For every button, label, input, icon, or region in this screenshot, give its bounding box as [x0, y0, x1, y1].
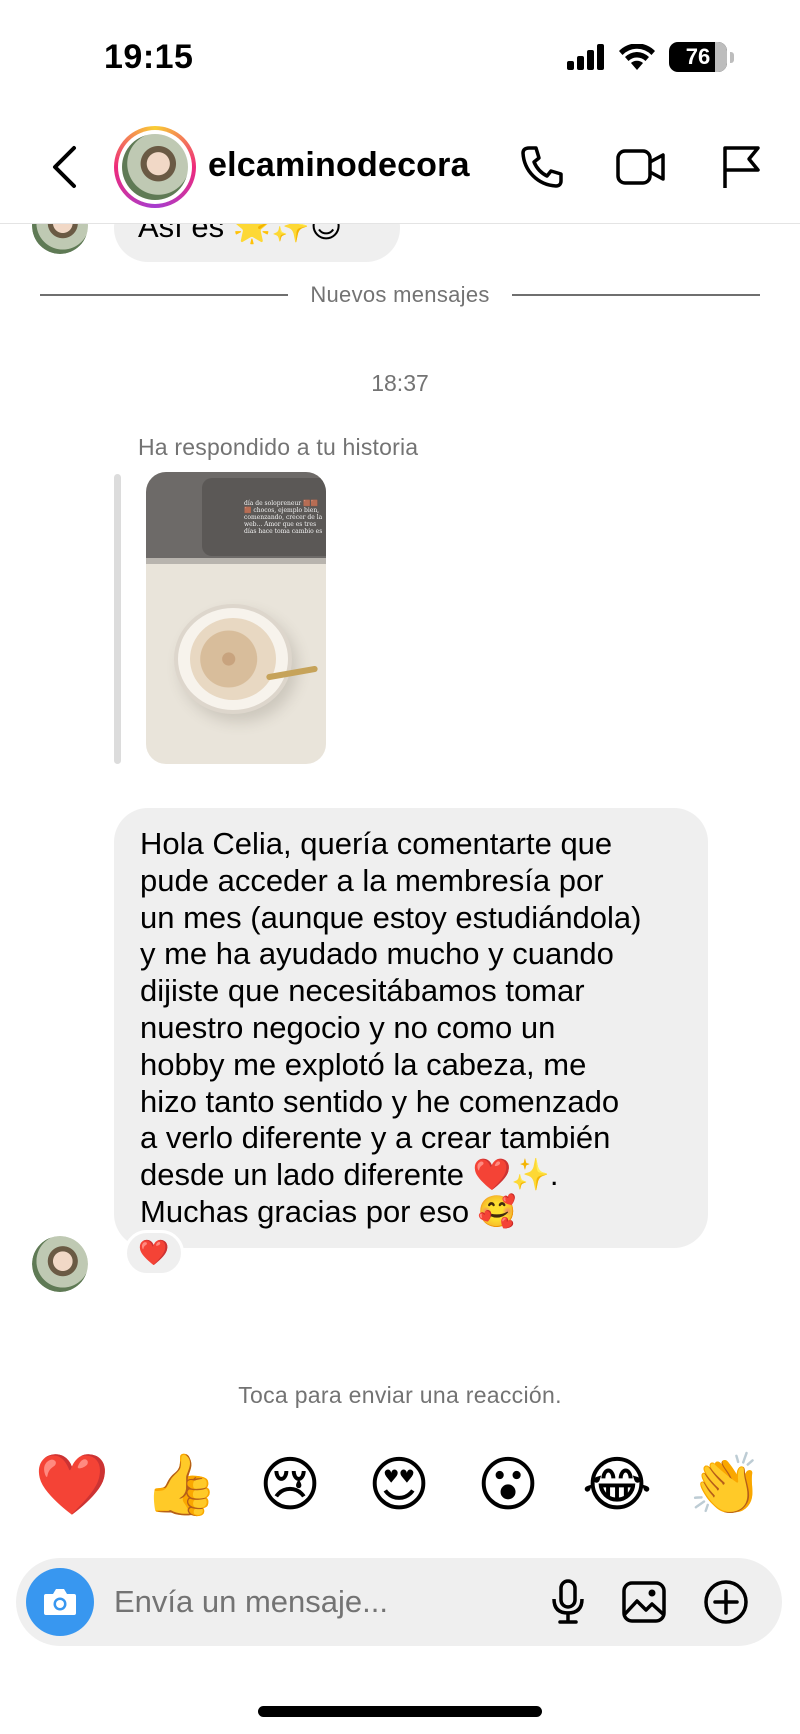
profile-avatar[interactable] — [114, 126, 196, 208]
chat-header: elcaminodecora — [0, 110, 800, 224]
wifi-icon — [619, 44, 655, 70]
story-overlay-text: día de solopreneur 🟫🟫🟫 chocos, ejemplo b… — [244, 500, 323, 535]
status-time: 19:15 — [104, 38, 194, 76]
message-timestamp: 18:37 — [371, 370, 429, 396]
message-reaction-heart[interactable]: ❤️ — [124, 1230, 184, 1276]
home-indicator[interactable] — [258, 1706, 542, 1717]
more-options-button[interactable] — [698, 1574, 754, 1630]
previous-message-bubble[interactable]: Así es 🌟✨😊 — [114, 224, 400, 262]
back-button[interactable] — [44, 142, 84, 192]
call-button[interactable] — [515, 140, 569, 194]
reaction-hint: Toca para enviar una reacción. — [238, 1382, 562, 1408]
new-messages-divider: Nuevos mensajes — [40, 280, 760, 310]
flag-icon — [723, 146, 760, 188]
plus-circle-icon — [704, 1580, 748, 1624]
signal-icon — [567, 44, 605, 70]
camera-button[interactable] — [26, 1568, 94, 1636]
reaction-heart[interactable]: ❤️ — [32, 1445, 112, 1525]
microphone-icon — [552, 1579, 584, 1624]
message-composer — [16, 1558, 782, 1646]
camera-icon — [44, 1589, 76, 1615]
battery-icon: 76 — [669, 42, 734, 72]
new-messages-label: Nuevos mensajes — [310, 282, 490, 307]
reaction-laughing[interactable]: 😂 — [577, 1445, 657, 1525]
status-icons: 76 — [567, 42, 734, 72]
coffee-cup-image — [174, 604, 292, 714]
image-icon — [622, 1581, 666, 1623]
sender-avatar[interactable] — [32, 1236, 88, 1292]
message-thread[interactable]: Así es 🌟✨😊 Nuevos mensajes 18:37 Ha resp… — [0, 224, 800, 1430]
battery-level: 76 — [685, 44, 711, 69]
status-bar: 19:15 76 — [0, 0, 800, 110]
sender-avatar[interactable] — [32, 224, 88, 254]
reaction-thumbs-up[interactable]: 👍 — [141, 1445, 221, 1525]
message-input[interactable] — [114, 1580, 444, 1624]
video-camera-icon — [616, 149, 665, 185]
report-button[interactable] — [714, 140, 768, 194]
message-bubble[interactable]: Hola Celia, quería comentarte que pude a… — [114, 808, 708, 1248]
reaction-clapping[interactable]: 👏 — [686, 1445, 766, 1525]
story-reply-label: Ha respondido a tu historia — [138, 434, 419, 460]
video-call-button[interactable] — [614, 140, 668, 194]
story-thumbnail[interactable]: día de solopreneur 🟫🟫🟫 chocos, ejemplo b… — [146, 472, 326, 764]
phone-icon — [521, 146, 563, 188]
quick-reactions-bar: ❤️ 👍 😢 😍 😮 😂 👏 — [0, 1445, 800, 1525]
message-text: Hola Celia, quería comentarte que pude a… — [140, 826, 642, 1229]
reaction-crying[interactable]: 😢 — [250, 1445, 330, 1525]
story-reply-bar — [114, 474, 121, 764]
voice-message-button[interactable] — [540, 1574, 596, 1630]
reaction-surprised[interactable]: 😮 — [468, 1445, 548, 1525]
reaction-heart-eyes[interactable]: 😍 — [359, 1445, 439, 1525]
gallery-button[interactable] — [616, 1574, 672, 1630]
username[interactable]: elcaminodecora — [208, 146, 470, 185]
back-chevron-icon — [53, 146, 76, 188]
